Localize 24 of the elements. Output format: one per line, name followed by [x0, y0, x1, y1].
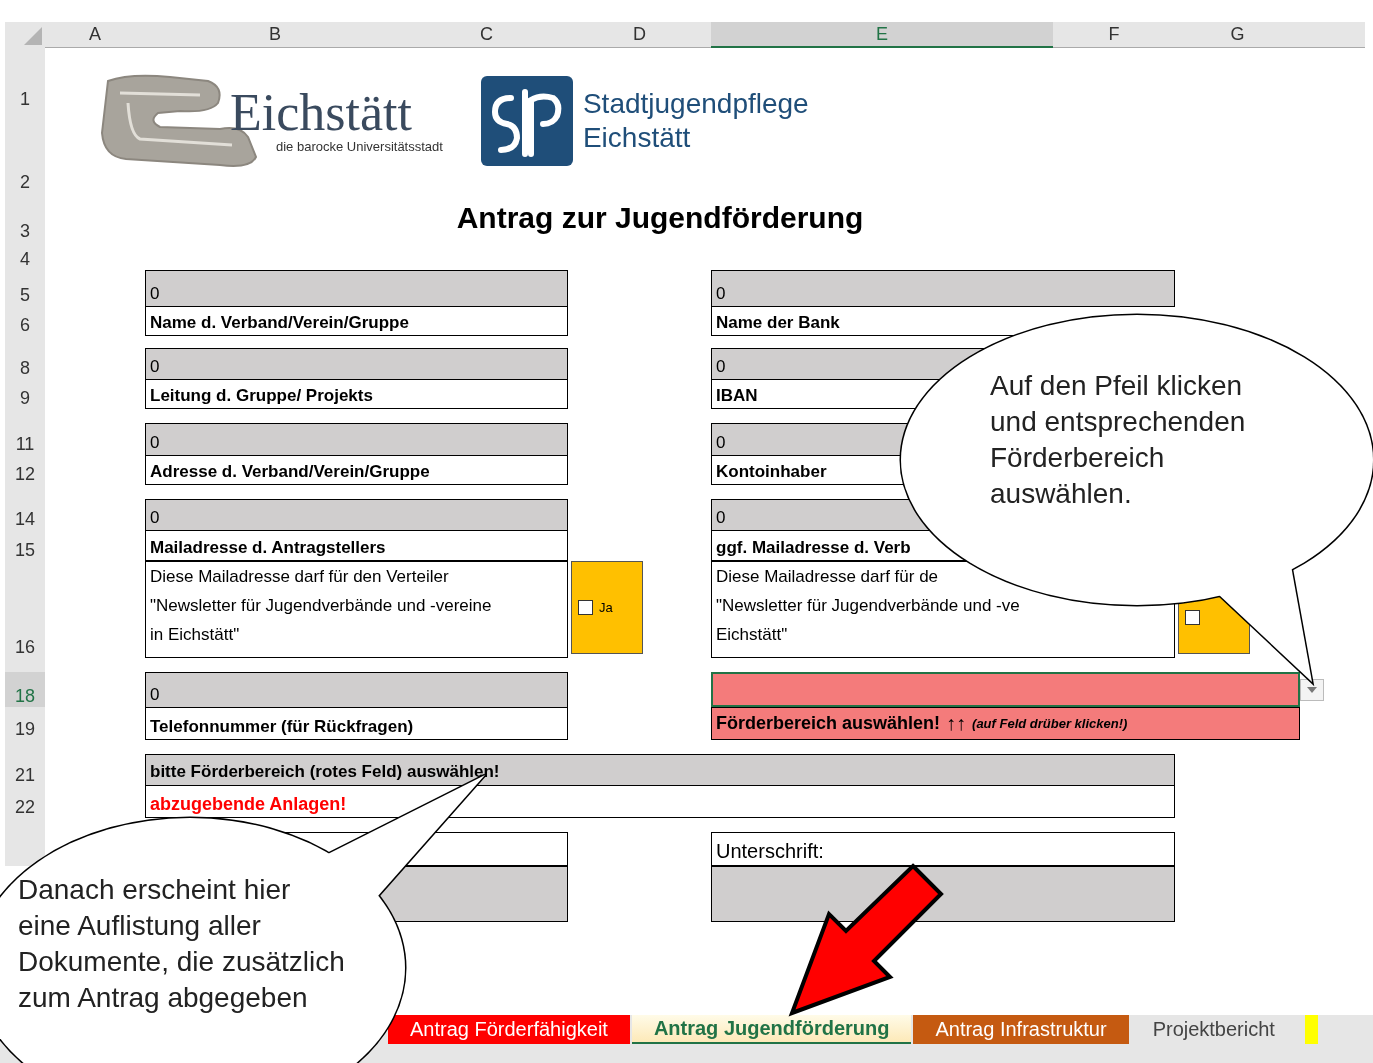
- signature-label: Unterschrift:: [711, 832, 1175, 866]
- field-label-cell: Telefonnummer (für Rückfragen): [145, 707, 568, 740]
- org-logo-name: Eichstätt: [582, 120, 692, 155]
- form-title: Antrag zur Jugendförderung: [455, 199, 865, 236]
- newsletter-consent-text: Eichstätt": [716, 624, 789, 646]
- checkbox-label: Ja: [599, 600, 613, 615]
- city-logo-name: Eichstätt: [230, 87, 413, 139]
- newsletter-consent-text: "Newsletter für Jugendverbände und -vereine: [150, 595, 493, 617]
- field-label-cell: Leitung d. Gruppe/ Projekts: [145, 379, 568, 409]
- attachments-heading: abzugebende Anlagen!: [145, 786, 1175, 818]
- funding-area-hint: Förderbereich auswählen!: [716, 713, 941, 734]
- funding-area-note: (auf Feld drüber klicken!): [972, 716, 1128, 731]
- callout-text: Danach erscheint hier eine Auflistung aller Dokumente, die zusätzlich zum Antrag abgegeben: [18, 873, 346, 1015]
- city-logo-tagline: die barocke Universitätsstadt: [276, 139, 443, 154]
- field-label-cell: Adresse d. Verband/Verein/Gruppe: [145, 455, 568, 485]
- org-logo-name: Stadtjugendpflege: [582, 86, 809, 121]
- field-label-cell: Mailadresse d. Antragstellers: [145, 530, 568, 561]
- newsletter-consent-text: "Newsletter für Jugendverbände und -ve: [716, 595, 1021, 617]
- up-arrows: ↑↑: [946, 712, 967, 735]
- newsletter-consent-text: Diese Mailadresse darf für de: [716, 566, 940, 588]
- newsletter-consent-text: in Eichstätt": [150, 624, 241, 646]
- field-label-cell: Name d. Verband/Verein/Gruppe: [145, 306, 568, 336]
- newsletter-consent-text: Diese Mailadresse darf für den Verteiler: [150, 566, 450, 588]
- notice-cell: bitte Förderbereich (rotes Feld) auswählen!: [145, 754, 1175, 786]
